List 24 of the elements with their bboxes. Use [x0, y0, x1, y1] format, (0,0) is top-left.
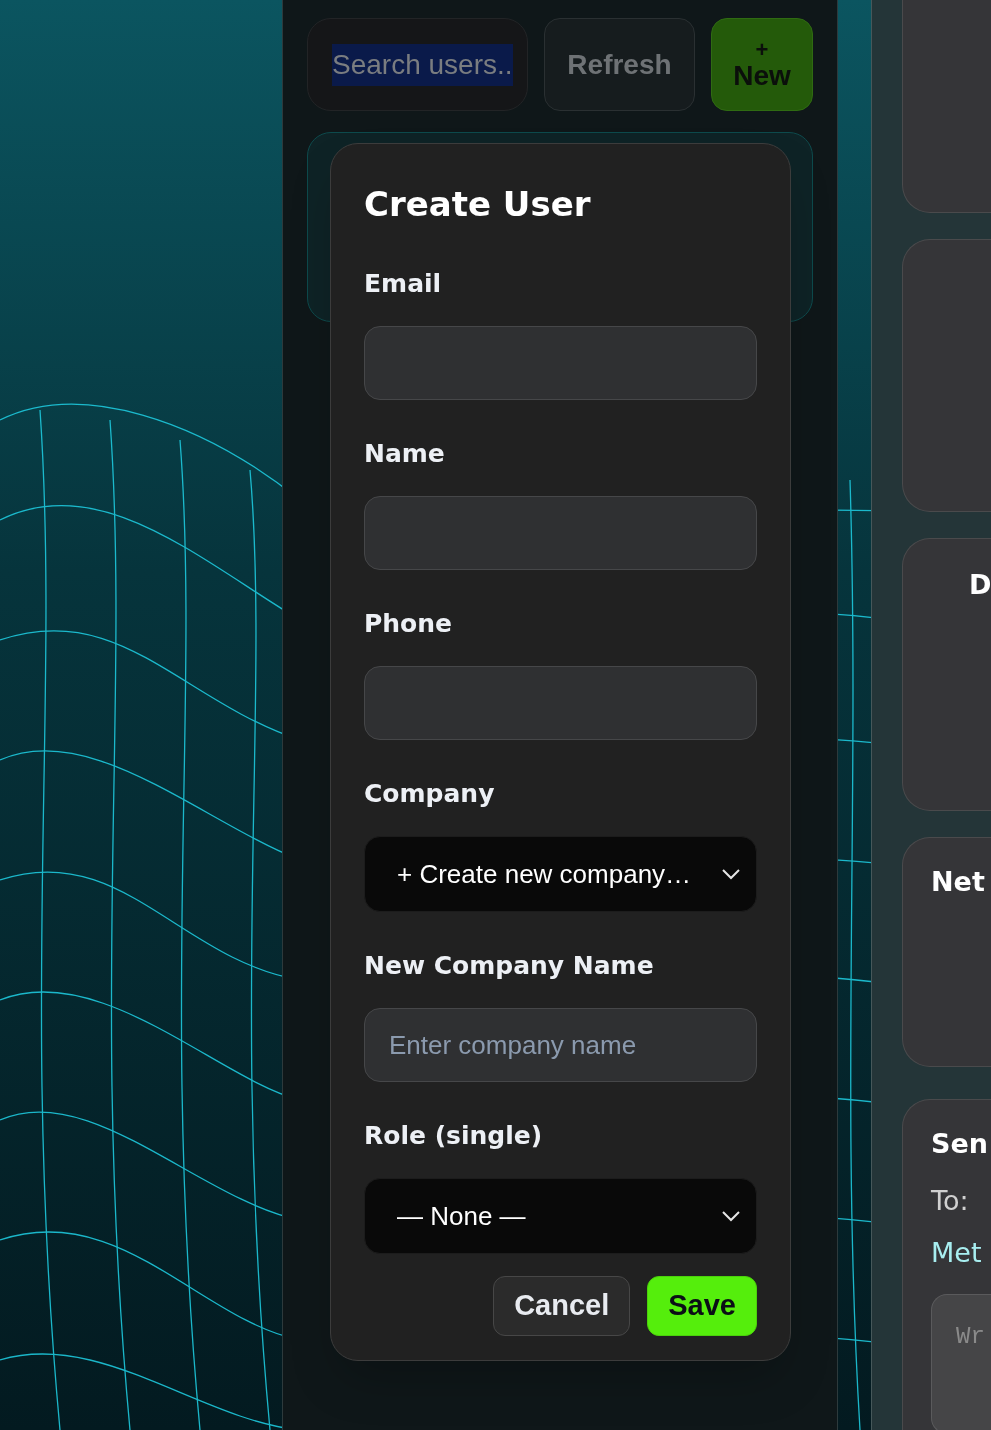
- search-field[interactable]: Search users..: [307, 18, 528, 111]
- field-label: Phone: [364, 608, 454, 640]
- field-label: Role (single): [364, 1120, 544, 1152]
- save-button[interactable]: Save: [647, 1276, 757, 1336]
- refresh-button[interactable]: Refresh: [544, 18, 695, 111]
- field-label: Email: [364, 268, 443, 300]
- card-title: Net: [931, 865, 986, 899]
- chevron-down-icon: [722, 1210, 740, 1222]
- link[interactable]: Met: [931, 1233, 991, 1274]
- select-dropdown[interactable]: — None —: [364, 1178, 757, 1254]
- field-label: Name: [364, 438, 446, 470]
- field-label: New Company Name: [364, 950, 655, 982]
- input-field[interactable]: [364, 496, 757, 570]
- card-title: Sen: [931, 1127, 989, 1161]
- input-field[interactable]: [364, 326, 757, 400]
- chevron-down-icon: [722, 868, 740, 880]
- field-label: Company: [364, 778, 496, 810]
- select-dropdown[interactable]: + Create new company…: [364, 836, 757, 912]
- card-title: D: [968, 568, 991, 602]
- dialog-title: Create User: [364, 184, 592, 224]
- recipient-text: To:: [931, 1183, 970, 1218]
- input-field[interactable]: Enter company name: [364, 1008, 757, 1082]
- cancel-button[interactable]: Cancel: [493, 1276, 631, 1336]
- input-field[interactable]: [364, 666, 757, 740]
